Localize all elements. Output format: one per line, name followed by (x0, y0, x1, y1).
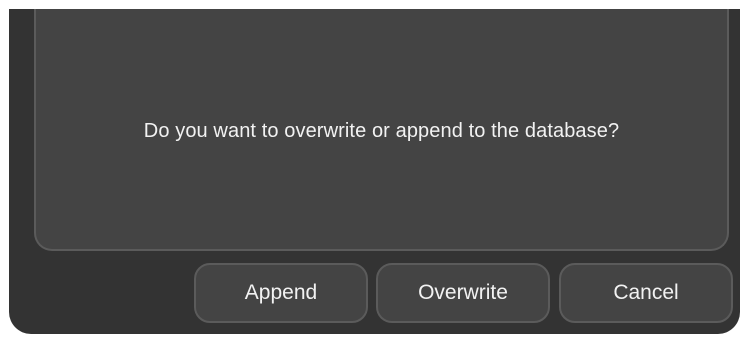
message-panel: Do you want to overwrite or append to th… (34, 9, 729, 251)
append-button[interactable]: Append (194, 263, 368, 323)
dialog-message: Do you want to overwrite or append to th… (143, 119, 620, 142)
overwrite-button[interactable]: Overwrite (376, 263, 550, 323)
cancel-button[interactable]: Cancel (559, 263, 733, 323)
confirm-dialog: Do you want to overwrite or append to th… (9, 9, 740, 334)
